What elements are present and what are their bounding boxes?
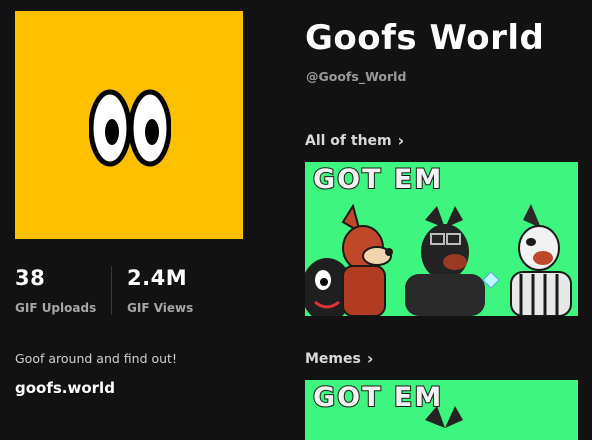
gif-thumbnail[interactable]: GOT EM: [305, 162, 578, 316]
chevron-right-icon: ›: [397, 131, 405, 150]
gif-thumbnail[interactable]: GOT EM: [305, 380, 578, 440]
channel-avatar: [15, 11, 243, 239]
channel-title: Goofs World: [305, 18, 545, 58]
website-link[interactable]: goofs.world: [15, 379, 115, 397]
stats-row: 38 GIF Uploads 2.4M GIF Views: [15, 266, 223, 315]
section-title: Memes: [305, 350, 361, 367]
section-title: All of them: [305, 132, 392, 149]
channel-bio: Goof around and find out!: [15, 351, 177, 366]
googly-eyes-icon: [89, 89, 171, 167]
stat-views: 2.4M GIF Views: [111, 266, 223, 315]
uploads-label: GIF Uploads: [15, 301, 97, 315]
section-memes-link[interactable]: Memes ›: [305, 349, 373, 368]
uploads-count: 38: [15, 266, 46, 290]
channel-handle: @Goofs_World: [306, 69, 407, 84]
thumbnail-caption: GOT EM: [312, 381, 444, 414]
chevron-right-icon: ›: [366, 349, 374, 368]
views-label: GIF Views: [127, 301, 194, 315]
thumbnail-caption: GOT EM: [312, 163, 444, 196]
stat-uploads: 38 GIF Uploads: [15, 266, 111, 315]
section-all-of-them-link[interactable]: All of them ›: [305, 131, 404, 150]
views-count: 2.4M: [127, 266, 188, 290]
